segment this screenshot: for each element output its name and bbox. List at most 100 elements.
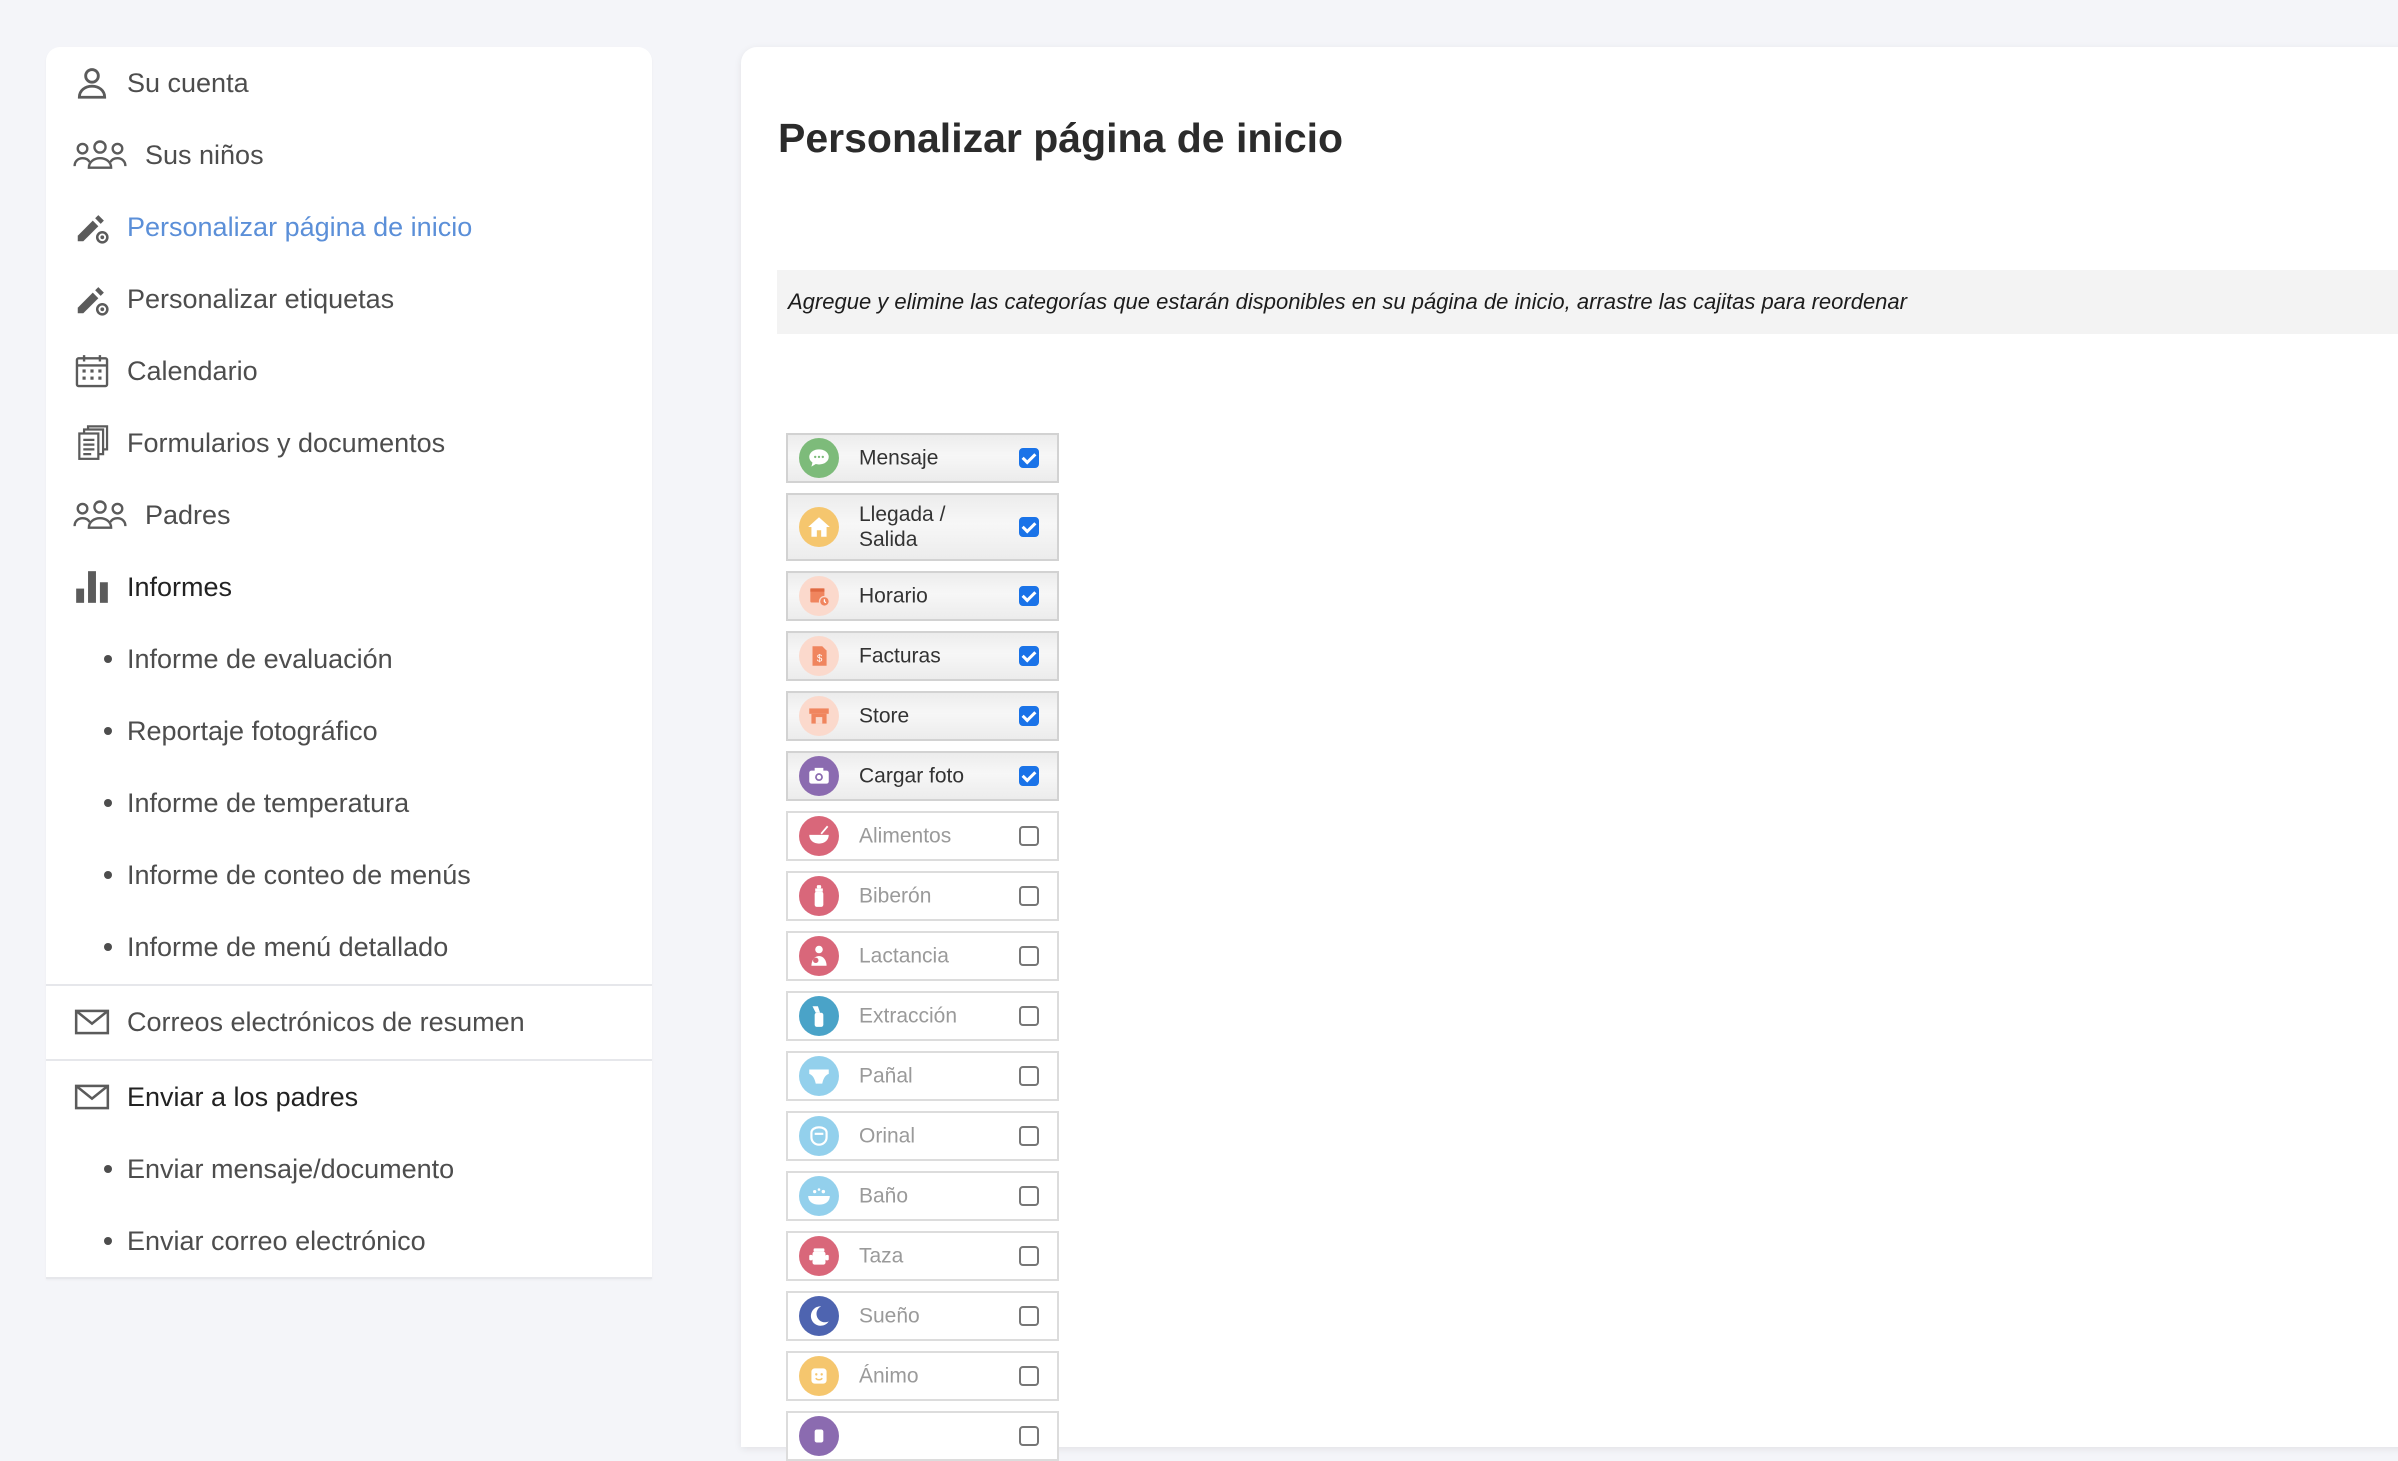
- category-checkbox[interactable]: [1019, 886, 1039, 906]
- category-checkbox[interactable]: [1019, 1126, 1039, 1146]
- category-label: Sueño: [859, 1304, 920, 1328]
- sidebar-subitem-label: Informe de evaluación: [127, 643, 393, 674]
- category-checkbox[interactable]: [1019, 646, 1039, 666]
- sidebar-subitem-label: Informe de temperatura: [127, 787, 410, 818]
- category-checkbox[interactable]: [1019, 1306, 1039, 1326]
- sidebar-item-su-cuenta[interactable]: Su cuenta: [46, 47, 652, 119]
- category-item[interactable]: Alimentos: [786, 811, 1059, 861]
- sidebar-item-informes[interactable]: Informes: [46, 551, 652, 623]
- category-item[interactable]: Extracción: [786, 991, 1059, 1041]
- group-icon: [72, 495, 128, 535]
- sidebar-item-padres[interactable]: Padres: [46, 479, 652, 551]
- sidebar-item-label: Enviar a los padres: [127, 1081, 359, 1112]
- sidebar-subitem-informe-menu-detallado[interactable]: Informe de menú detallado: [46, 911, 652, 983]
- nursing-icon: [799, 936, 839, 976]
- sidebar-item-correos-resumen[interactable]: Correos electrónicos de resumen: [46, 986, 652, 1058]
- sidebar-subitem-label: Reportaje fotográfico: [127, 715, 378, 746]
- category-checkbox[interactable]: [1019, 1366, 1039, 1386]
- documents-icon: [72, 423, 112, 463]
- sidebar-subitem-informe-conteo-menus[interactable]: Informe de conteo de menús: [46, 839, 652, 911]
- calendar-icon: [72, 351, 112, 391]
- category-label: Extracción: [859, 1004, 958, 1028]
- sidebar-subitem-informe-evaluacion[interactable]: Informe de evaluación: [46, 623, 652, 695]
- category-label: Ánimo: [859, 1364, 919, 1388]
- category-item[interactable]: Store: [786, 691, 1059, 741]
- category-label: Taza: [859, 1244, 904, 1268]
- category-item[interactable]: Baño: [786, 1171, 1059, 1221]
- sidebar-subitem-label: Informe de conteo de menús: [127, 859, 471, 890]
- category-item[interactable]: Horario: [786, 571, 1059, 621]
- instructions-text: Agregue y elimine las categorías que est…: [788, 289, 1907, 314]
- mail-icon: [72, 1002, 112, 1042]
- category-label: Alimentos: [859, 824, 952, 848]
- category-item[interactable]: Taza: [786, 1231, 1059, 1281]
- category-checkbox[interactable]: [1019, 826, 1039, 846]
- mail-icon: [72, 1077, 112, 1117]
- category-label: Lactancia: [859, 944, 949, 968]
- category-checkbox[interactable]: [1019, 706, 1039, 726]
- schedule-icon: [799, 576, 839, 616]
- sidebar-item-personalizar-etiquetas[interactable]: Personalizar etiquetas: [46, 263, 652, 335]
- svg-text:$: $: [817, 653, 823, 664]
- category-checkbox[interactable]: [1019, 1246, 1039, 1266]
- page-title: Personalizar página de inicio: [778, 115, 1344, 161]
- category-checkbox[interactable]: [1019, 1066, 1039, 1086]
- diaper-icon: [799, 1056, 839, 1096]
- sidebar-item-label: Padres: [145, 499, 231, 530]
- category-checkbox[interactable]: [1019, 946, 1039, 966]
- category-label: Orinal: [859, 1124, 916, 1148]
- sidebar-item-label: Personalizar etiquetas: [127, 283, 395, 314]
- sidebar-subitem-enviar-mensaje[interactable]: Enviar mensaje/documento: [46, 1133, 652, 1205]
- sidebar-subitem-enviar-correo[interactable]: Enviar correo electrónico: [46, 1205, 652, 1277]
- category-item[interactable]: Sueño: [786, 1291, 1059, 1341]
- sidebar-item-label: Correos electrónicos de resumen: [127, 1006, 525, 1037]
- sidebar-item-label: Personalizar página de inicio: [127, 211, 473, 242]
- bath-icon: [799, 1176, 839, 1216]
- potty-icon: [799, 1116, 839, 1156]
- category-item[interactable]: $ Facturas: [786, 631, 1059, 681]
- category-item[interactable]: Mensaje: [786, 433, 1059, 483]
- category-item[interactable]: Orinal: [786, 1111, 1059, 1161]
- cup-icon: [799, 1236, 839, 1276]
- category-checkbox[interactable]: [1019, 1186, 1039, 1206]
- category-checkbox[interactable]: [1019, 448, 1039, 468]
- sidebar-item-sus-ninos[interactable]: Sus niños: [46, 119, 652, 191]
- category-label: Mensaje: [859, 446, 939, 470]
- category-item[interactable]: Lactancia: [786, 931, 1059, 981]
- category-checkbox[interactable]: [1019, 586, 1039, 606]
- category-item[interactable]: Ánimo: [786, 1351, 1059, 1401]
- sidebar-subitem-label: Enviar mensaje/documento: [127, 1153, 455, 1184]
- bullet: [104, 799, 112, 807]
- sidebar-item-label: Sus niños: [145, 139, 264, 170]
- sidebar-item-personalizar-inicio[interactable]: Personalizar página de inicio: [46, 191, 652, 263]
- category-item[interactable]: Cargar foto: [786, 751, 1059, 801]
- category-checkbox[interactable]: [1019, 766, 1039, 786]
- sidebar-item-formularios[interactable]: Formularios y documentos: [46, 407, 652, 479]
- category-checkbox[interactable]: [1019, 1006, 1039, 1026]
- category-label: Facturas: [859, 644, 941, 668]
- bar-chart-icon: [72, 567, 112, 607]
- edit-settings-icon: [72, 207, 112, 247]
- home-icon: [799, 507, 839, 547]
- category-item[interactable]: Llegada / Salida: [786, 493, 1059, 561]
- store-icon: [799, 696, 839, 736]
- sidebar-subitem-reportaje-fotografico[interactable]: Reportaje fotográfico: [46, 695, 652, 767]
- chat-icon: [799, 438, 839, 478]
- sidebar-subitem-label: Informe de menú detallado: [127, 931, 449, 962]
- category-checkbox[interactable]: [1019, 1426, 1039, 1446]
- category-item[interactable]: Pañal: [786, 1051, 1059, 1101]
- sidebar-item-enviar-padres[interactable]: Enviar a los padres: [46, 1061, 652, 1133]
- main-panel: Personalizar página de inicio Agregue y …: [741, 47, 2398, 1461]
- food-bowl-icon: [799, 816, 839, 856]
- category-label: Store: [859, 704, 910, 728]
- category-item[interactable]: Biberón: [786, 871, 1059, 921]
- category-item[interactable]: [786, 1411, 1059, 1461]
- sidebar-item-label: Su cuenta: [127, 67, 249, 98]
- sidebar-item-calendario[interactable]: Calendario: [46, 335, 652, 407]
- instructions-bar: Agregue y elimine las categorías que est…: [777, 270, 2398, 334]
- category-label: Baño: [859, 1184, 909, 1208]
- sidebar-subitem-informe-temperatura[interactable]: Informe de temperatura: [46, 767, 652, 839]
- generic-icon: [799, 1416, 839, 1456]
- sidebar-item-label: Calendario: [127, 355, 258, 386]
- category-checkbox[interactable]: [1019, 517, 1039, 537]
